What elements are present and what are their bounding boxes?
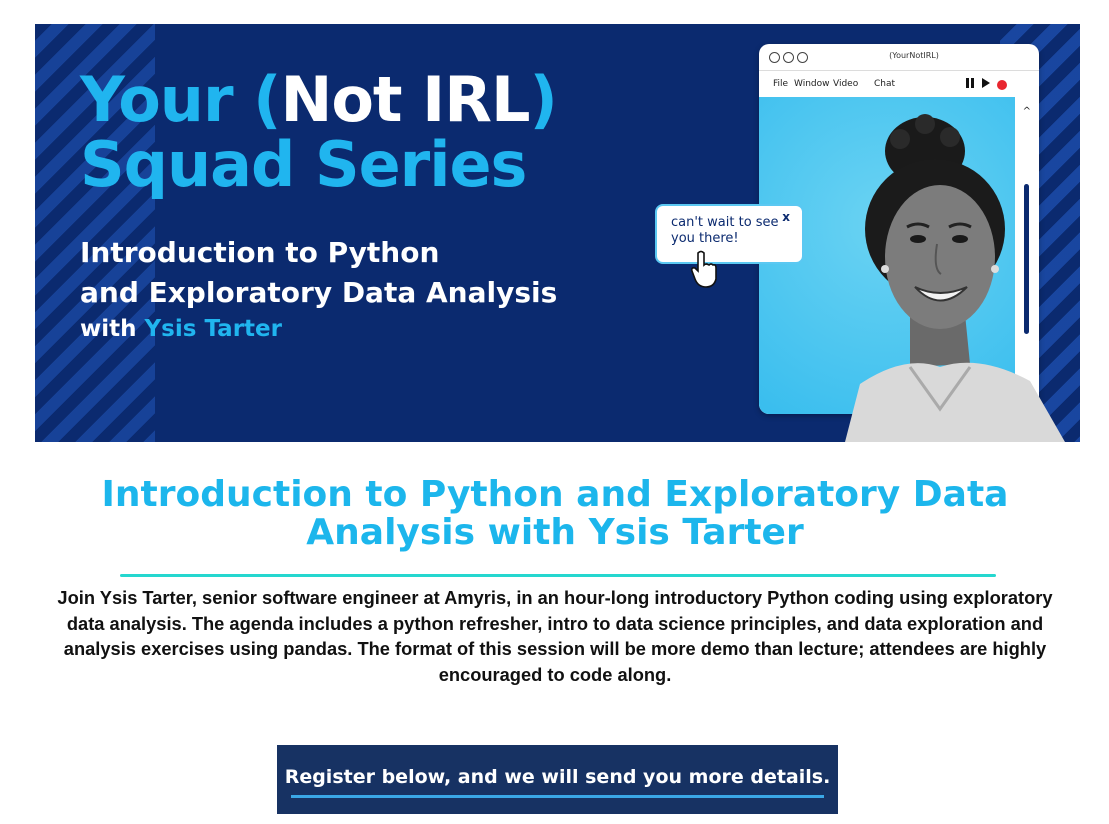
menu-item-file: File bbox=[773, 79, 789, 89]
register-underline bbox=[291, 795, 824, 798]
speaker-name: Ysis Tarter bbox=[144, 316, 282, 342]
play-icon bbox=[981, 77, 991, 92]
series-title-not-irl: Not IRL bbox=[280, 63, 530, 136]
close-icon: x bbox=[782, 210, 790, 224]
event-description: Join Ysis Tarter, senior software engine… bbox=[57, 587, 1053, 685]
window-title: (YourNotIRL) bbox=[889, 51, 939, 60]
page-title: Introduction to Python and Exploratory D… bbox=[101, 474, 1009, 553]
record-icon bbox=[997, 80, 1007, 90]
speaker-photo bbox=[845, 114, 1065, 442]
series-title-your: Your bbox=[80, 63, 234, 136]
menu-item-window: Window bbox=[794, 79, 830, 89]
menu-item-video: Video bbox=[833, 79, 859, 89]
hand-cursor-icon bbox=[691, 250, 717, 288]
with-label: with bbox=[80, 316, 137, 342]
event-banner: Your (Not IRL) Squad Series Introduction… bbox=[35, 24, 1080, 442]
series-title-line2: Squad Series bbox=[80, 128, 527, 201]
window-menubar: File Window Video Chat bbox=[759, 71, 1039, 98]
window-titlebar: (YourNotIRL) bbox=[759, 44, 1039, 71]
title-divider bbox=[120, 574, 996, 577]
chat-bubble: can't wait to see you there! x bbox=[655, 204, 804, 264]
banner-subtitle-line2: and Exploratory Data Analysis bbox=[80, 276, 558, 309]
register-text: Register below, and we will send you mor… bbox=[284, 766, 831, 788]
register-banner: Register below, and we will send you mor… bbox=[277, 745, 838, 814]
series-title-paren-close: ) bbox=[529, 63, 557, 136]
series-title-paren-open: ( bbox=[253, 63, 281, 136]
chat-bubble-text: can't wait to see you there! bbox=[671, 215, 779, 246]
series-title-line1: Your (Not IRL) bbox=[80, 69, 558, 131]
pause-icon bbox=[965, 77, 975, 92]
menu-item-chat: Chat bbox=[874, 79, 896, 89]
banner-subtitle-line1: Introduction to Python bbox=[80, 236, 440, 269]
banner-speaker-line: with Ysis Tarter bbox=[80, 316, 282, 342]
